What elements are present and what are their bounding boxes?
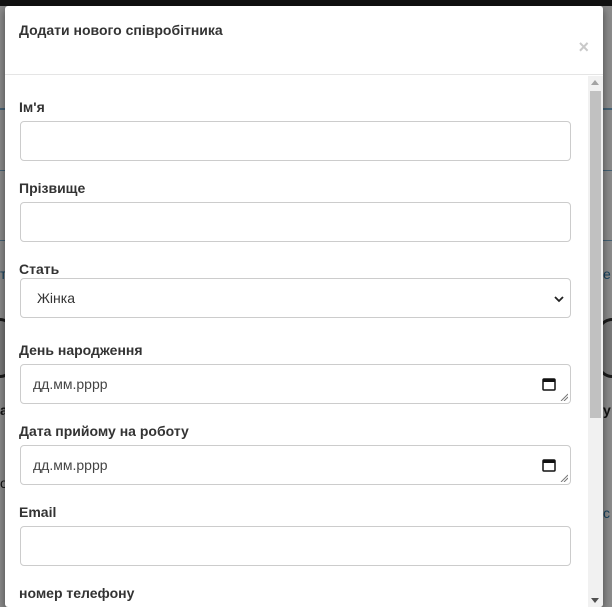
calendar-icon[interactable] [542,458,556,472]
modal-body: Ім'я Прізвище Стать Жінка День народженн… [5,76,588,607]
gender-select[interactable]: Жінка [20,278,571,318]
email-label: Email [19,504,57,520]
scroll-down-icon[interactable] [591,598,599,603]
last-name-input[interactable] [20,202,571,242]
gender-selected-value: Жінка [37,290,75,306]
modal-title: Додати нового співробітника [19,22,223,38]
resize-grip-icon[interactable] [560,393,568,401]
close-button[interactable]: × [578,38,589,56]
birth-date-label: День народження [19,342,143,358]
close-icon: × [578,37,589,57]
modal-header: Додати нового співробітника × [5,6,603,75]
phone-label: номер телефону [19,585,135,601]
email-input[interactable] [20,526,571,566]
scroll-up-icon[interactable] [591,80,599,85]
hire-date-label: Дата прийому на роботу [19,423,189,439]
modal-scrollbar[interactable] [588,76,603,607]
hire-date-placeholder: дд.мм.рррр [33,457,108,473]
first-name-input[interactable] [20,121,571,161]
first-name-label: Ім'я [19,99,45,115]
resize-grip-icon[interactable] [560,474,568,482]
chevron-down-icon [554,296,564,303]
hire-date-input[interactable]: дд.мм.рррр [20,445,571,485]
birth-date-input[interactable]: дд.мм.рррр [20,364,571,404]
last-name-label: Прізвище [19,180,86,196]
scrollbar-thumb[interactable] [590,91,601,418]
add-employee-modal: Додати нового співробітника × Ім'я Прізв… [5,6,603,607]
birth-date-placeholder: дд.мм.рррр [33,376,108,392]
gender-label: Стать [19,261,60,277]
calendar-icon[interactable] [542,377,556,391]
